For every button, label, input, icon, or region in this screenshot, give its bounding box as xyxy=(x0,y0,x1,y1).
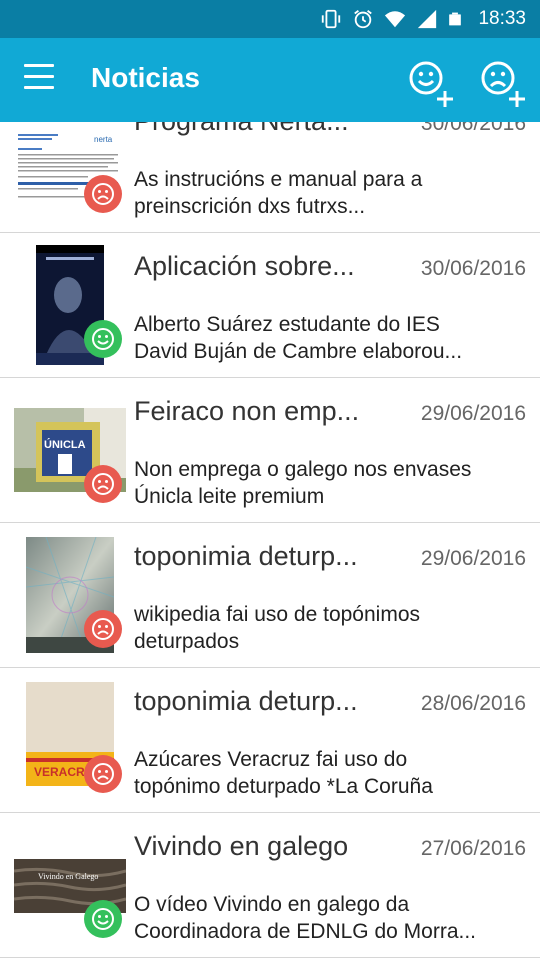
news-item[interactable]: Aplicación sobre... 30/06/2016 Alberto S… xyxy=(0,233,540,378)
sad-badge xyxy=(84,755,122,793)
news-title: Feiraco non emp... xyxy=(134,396,360,426)
sad-face-icon xyxy=(92,763,114,785)
happy-face-icon xyxy=(92,328,114,350)
hamburger-icon xyxy=(24,64,54,67)
add-happy-face-button[interactable] xyxy=(404,56,460,112)
add-sad-face-button[interactable] xyxy=(476,56,532,112)
news-date: 29/06/2016 xyxy=(420,402,526,425)
news-summary: Non emprega o galego nos envases Únicla … xyxy=(134,458,472,508)
news-date: 30/06/2016 xyxy=(420,257,526,280)
news-title: toponimia deturp... xyxy=(134,541,358,571)
sad-badge xyxy=(84,175,122,213)
add-sad-face-icon xyxy=(481,61,525,107)
news-item[interactable]: ÚNICLA Feiraco non emp... 29/06/2016 Non… xyxy=(0,378,540,523)
news-title: Programa Nerta... xyxy=(134,122,384,137)
news-summary: Alberto Suárez estudante do IES David Bu… xyxy=(134,313,463,363)
news-item[interactable]: nerta 30/06/2016 As instrucións e manual… xyxy=(0,122,540,233)
add-happy-face-icon xyxy=(409,61,453,107)
news-title: Vivindo en galego xyxy=(134,831,349,861)
news-title: toponimia deturp... xyxy=(134,686,358,716)
news-item[interactable]: toponimia deturp... 29/06/2016 wikipedia… xyxy=(0,523,540,668)
sad-face-icon xyxy=(92,473,114,495)
news-date: 30/06/2016 xyxy=(420,122,526,135)
news-summary: O vídeo Vivindo en galego da Coordinador… xyxy=(134,893,476,943)
happy-badge xyxy=(84,320,122,358)
signal-icon xyxy=(418,9,437,29)
news-item[interactable]: Vivindo en Galego Vivindo en galego 27/0… xyxy=(0,813,540,958)
menu-button[interactable] xyxy=(24,64,60,96)
news-date: 28/06/2016 xyxy=(420,692,526,715)
page-title: Noticias xyxy=(91,62,200,93)
news-item[interactable]: VERACRUZ toponimia deturp... 28/06/2016 … xyxy=(0,668,540,813)
news-title: Aplicación sobre... xyxy=(134,251,355,281)
news-date: 29/06/2016 xyxy=(420,547,526,570)
news-summary: As instrucións e manual para a preinscri… xyxy=(134,168,423,218)
sad-face-icon xyxy=(92,183,114,205)
svg-text:Vivindo en Galego: Vivindo en Galego xyxy=(38,872,98,881)
sad-badge xyxy=(84,465,122,503)
news-summary: Azúcares Veracruz fai uso do topónimo de… xyxy=(134,748,433,798)
app-bar: Noticias xyxy=(0,38,540,122)
news-list[interactable]: nerta 30/06/2016 As instrucións e manual… xyxy=(0,122,540,960)
svg-text:nerta: nerta xyxy=(94,135,113,144)
vibrate-icon xyxy=(322,9,341,29)
happy-face-icon xyxy=(92,908,114,930)
news-summary: wikipedia fai uso de topónimos deturpado… xyxy=(134,603,421,653)
happy-badge xyxy=(84,900,122,938)
alarm-icon xyxy=(354,10,373,29)
sad-face-icon xyxy=(92,618,114,640)
battery-icon xyxy=(449,12,462,26)
wifi-icon xyxy=(385,11,406,28)
clock: 18:33 xyxy=(478,8,526,29)
news-date: 27/06/2016 xyxy=(420,837,526,860)
svg-text:ÚNICLA: ÚNICLA xyxy=(44,438,86,451)
status-bar: 18:33 xyxy=(0,0,540,38)
sad-badge xyxy=(84,610,122,648)
